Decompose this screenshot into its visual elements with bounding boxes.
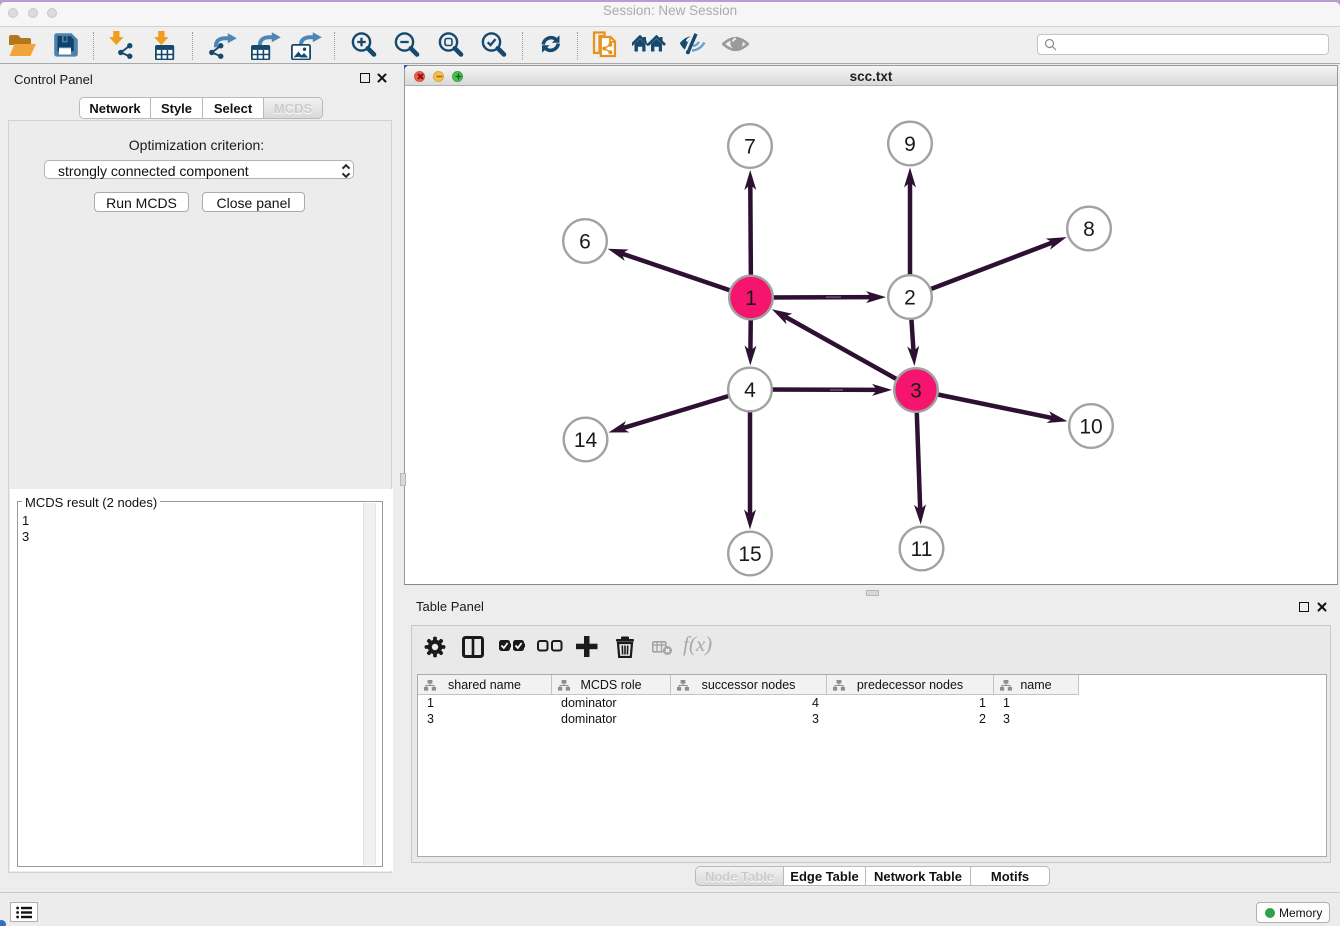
svg-text:6: 6 — [579, 231, 591, 254]
svg-text:11: 11 — [911, 538, 933, 561]
svg-text:15: 15 — [738, 543, 761, 566]
svg-text:7: 7 — [744, 136, 756, 159]
svg-text:10: 10 — [1079, 416, 1102, 439]
svg-text:1: 1 — [745, 287, 757, 310]
svg-text:f(x): f(x) — [683, 634, 712, 656]
svg-text:9: 9 — [904, 133, 916, 156]
svg-text:8: 8 — [1083, 218, 1095, 241]
svg-text:3: 3 — [910, 380, 922, 403]
svg-text:14: 14 — [574, 429, 598, 452]
svg-text:4: 4 — [744, 379, 756, 402]
svg-text:2: 2 — [904, 287, 916, 310]
